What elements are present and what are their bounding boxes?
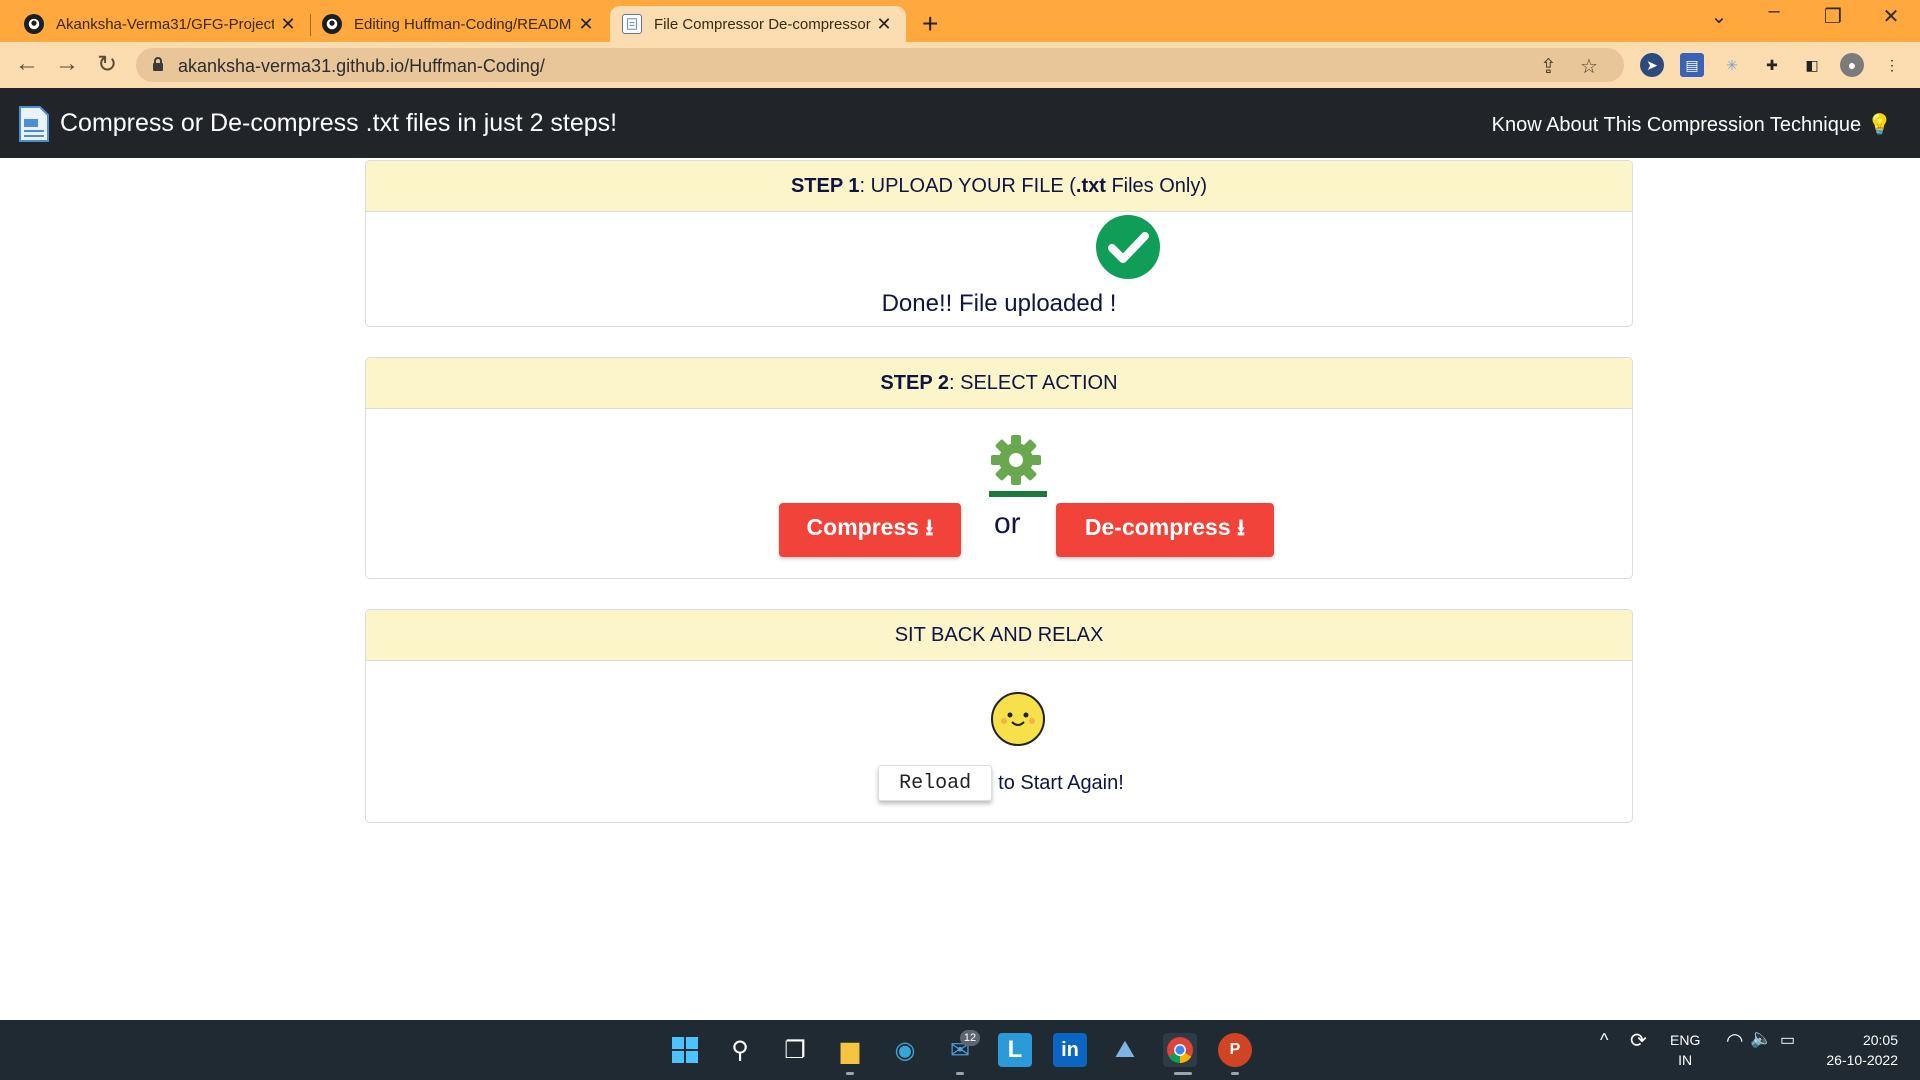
reload-icon[interactable]: ↻	[92, 50, 122, 79]
edge-browser-icon[interactable]: ◉	[888, 1033, 922, 1067]
tab-search-chevron-icon[interactable]: ⌄	[1704, 4, 1734, 29]
task-view-icon[interactable]: ❐	[778, 1033, 812, 1067]
forward-arrow-icon[interactable]: →	[52, 50, 82, 78]
wifi-icon[interactable]: ◠	[1726, 1028, 1743, 1053]
reload-suffix: to Start Again!	[998, 771, 1124, 794]
browser-tab-editing-readme[interactable]: Editing Huffman-Coding/READM ✕	[310, 6, 608, 42]
browser-tab-strip: Akanksha-Verma31/GFG-Project ✕ Editing H…	[0, 0, 1920, 42]
lang-code: ENG	[1670, 1032, 1701, 1048]
step2-label-rest: : SELECT ACTION	[948, 371, 1118, 394]
lightbulb-icon: 💡	[1867, 114, 1892, 136]
about-link-label: Know About This Compression Technique	[1491, 114, 1862, 136]
decompress-button[interactable]: De-compress ⭳	[1056, 503, 1274, 557]
language-indicator[interactable]: ENG IN	[1670, 1030, 1700, 1070]
step2-label: STEP 2	[880, 371, 949, 394]
upload-status: Done!! File uploaded !	[881, 290, 1117, 317]
relax-card: SIT BACK AND RELAX Reload to Start Again…	[365, 609, 1633, 823]
extension-sparkle-icon[interactable]: ✳	[1720, 53, 1744, 77]
profile-avatar[interactable]: ●	[1840, 53, 1864, 77]
txt-file-icon	[19, 106, 49, 142]
powerpoint-icon[interactable]: P	[1218, 1033, 1252, 1067]
tray-chevron-up-icon[interactable]: ^	[1600, 1030, 1608, 1051]
document-icon	[622, 14, 642, 34]
share-icon[interactable]: ⇪	[1540, 54, 1557, 79]
kebab-menu-icon[interactable]: ⋮	[1880, 53, 1904, 77]
mail-unread-badge: 12	[960, 1030, 980, 1046]
close-icon[interactable]: ✕	[576, 14, 596, 35]
windows-start-icon[interactable]	[668, 1033, 702, 1067]
l-app-icon[interactable]: L	[998, 1033, 1032, 1067]
step1-label: STEP 1	[790, 174, 860, 197]
github-icon	[322, 14, 342, 34]
restore-icon[interactable]: ❐	[1818, 4, 1848, 29]
gear-icon	[991, 435, 1041, 485]
tab-title: Editing Huffman-Coding/READM	[354, 15, 572, 33]
step1-label-rest: : UPLOAD YOUR FILE (	[859, 174, 1076, 197]
close-icon[interactable]: ✕	[874, 14, 894, 35]
search-icon[interactable]: ⚲	[723, 1033, 757, 1067]
extension-chat-icon[interactable]: ▤	[1680, 53, 1704, 77]
sync-icon[interactable]: ⟳	[1630, 1028, 1647, 1053]
bookmark-star-icon[interactable]: ☆	[1580, 54, 1598, 79]
running-indicator	[846, 1072, 854, 1075]
back-arrow-icon[interactable]: ←	[12, 50, 42, 78]
reload-row: Reload to Start Again!	[366, 765, 1632, 801]
or-separator: or	[994, 507, 1021, 540]
running-indicator	[1231, 1072, 1239, 1075]
windows-taskbar: ⚲ ❐ ▆ ◉ ✉ L in ⛰ P ^ ⟳ ◠ 🔈 ▭	[0, 1020, 1920, 1080]
clock-date: 26-10-2022	[1826, 1052, 1898, 1068]
linkedin-icon[interactable]: in	[1053, 1033, 1087, 1067]
volume-icon[interactable]: 🔈	[1750, 1028, 1772, 1049]
browser-toolbar: ← → ↻ akanksha-verma31.github.io/Huffman…	[0, 42, 1920, 88]
app-navbar: Compress or De-compress .txt files in ju…	[0, 88, 1920, 158]
address-bar[interactable]: akanksha-verma31.github.io/Huffman-Codin…	[136, 48, 1624, 82]
extension-cursor-icon[interactable]: ➤	[1640, 53, 1664, 77]
lang-region: IN	[1678, 1052, 1693, 1068]
file-explorer-icon[interactable]: ▆	[833, 1033, 867, 1067]
minimize-icon[interactable]: –	[1759, 0, 1789, 23]
app-title: Compress or De-compress .txt files in ju…	[60, 109, 618, 137]
smiley-face-icon	[991, 692, 1045, 746]
window-close-icon[interactable]: ✕	[1876, 4, 1906, 29]
compress-button[interactable]: Compress ⭳	[779, 503, 961, 557]
close-icon[interactable]: ✕	[278, 14, 298, 35]
step1-ext: .txt	[1075, 174, 1106, 197]
step1-header: STEP 1 : UPLOAD YOUR FILE ( .txt Files O…	[366, 161, 1632, 212]
browser-tab-github-project[interactable]: Akanksha-Verma31/GFG-Project ✕	[12, 6, 310, 42]
extensions-puzzle-icon[interactable]: ✚	[1760, 53, 1784, 77]
browser-tab-file-compressor[interactable]: File Compressor De-compressor ✕	[610, 6, 906, 42]
step2-card: STEP 2 : SELECT ACTION Compress ⭳ or De-…	[365, 357, 1633, 579]
gear-underline	[989, 491, 1047, 497]
chrome-icon[interactable]	[1163, 1033, 1197, 1067]
photos-icon[interactable]: ⛰	[1108, 1033, 1142, 1067]
reload-button[interactable]: Reload	[878, 765, 993, 801]
url-text: akanksha-verma31.github.io/Huffman-Codin…	[178, 56, 545, 76]
clock-time: 20:05	[1862, 1032, 1898, 1048]
clock[interactable]: 20:05 26-10-2022	[1818, 1030, 1898, 1070]
new-tab-button[interactable]: +	[922, 8, 938, 40]
github-icon	[24, 14, 44, 34]
lock-icon	[153, 57, 163, 71]
relax-header: SIT BACK AND RELAX	[366, 610, 1632, 661]
step1-label-tail: Files Only)	[1105, 174, 1208, 197]
running-indicator	[1174, 1072, 1192, 1075]
step1-card: STEP 1 : UPLOAD YOUR FILE ( .txt Files O…	[365, 160, 1633, 327]
check-circle-icon	[1096, 215, 1160, 279]
about-technique-link[interactable]: Know About This Compression Technique 💡	[1492, 112, 1892, 137]
tab-title: Akanksha-Verma31/GFG-Project	[56, 15, 274, 33]
running-indicator	[956, 1072, 964, 1075]
step2-header: STEP 2 : SELECT ACTION	[366, 358, 1632, 409]
tab-title: File Compressor De-compressor	[654, 15, 871, 33]
side-panel-icon[interactable]: ◧	[1800, 53, 1824, 77]
battery-icon[interactable]: ▭	[1780, 1030, 1795, 1050]
